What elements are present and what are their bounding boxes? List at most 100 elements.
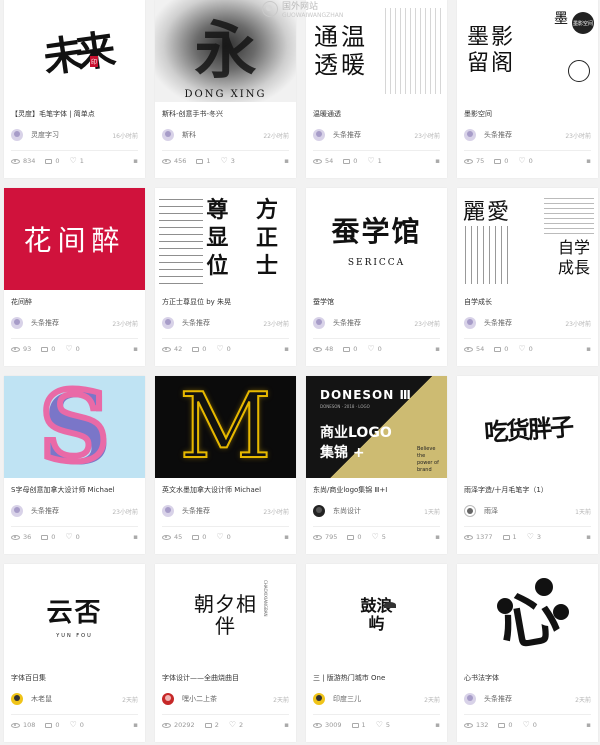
likes-stat[interactable]: ♡ 2 — [229, 721, 243, 730]
author-name[interactable]: 斯科 — [182, 130, 196, 140]
author-name[interactable]: 头条推荐 — [333, 130, 361, 140]
likes-stat[interactable]: ♡ 0 — [518, 157, 532, 166]
bookmark-icon[interactable]: ▪ — [435, 157, 440, 165]
comments-stat[interactable]: 0 — [343, 345, 357, 353]
work-title[interactable]: 三 | 版游热门城市 One — [313, 673, 440, 683]
likes-stat[interactable]: ♡ 1 — [367, 157, 381, 166]
work-title[interactable]: 心书法字体 — [464, 673, 591, 683]
likes-stat[interactable]: ♡ 3 — [221, 157, 235, 166]
bookmark-icon[interactable]: ▪ — [435, 533, 440, 541]
likes-stat[interactable]: ♡ 5 — [372, 533, 386, 542]
work-thumbnail[interactable]: 云否 YUN FOU — [4, 564, 145, 666]
work-thumbnail[interactable]: 墨影 留阁 墨 墨影空间 — [457, 0, 598, 102]
comments-stat[interactable]: 0 — [494, 345, 508, 353]
avatar[interactable] — [464, 505, 476, 517]
likes-stat[interactable]: ♡ 0 — [367, 345, 381, 354]
work-thumbnail[interactable]: 心 — [457, 564, 598, 666]
work-card[interactable]: 蚕学馆 SERICCA 蚕学馆 头条推荐 23小时前 48 0 ♡ 0 ▪ — [306, 188, 447, 366]
author-name[interactable]: 头条推荐 — [31, 506, 59, 516]
author-name[interactable]: 头条推荐 — [484, 318, 512, 328]
bookmark-icon[interactable]: ▪ — [133, 721, 138, 729]
likes-stat[interactable]: ♡ 0 — [65, 533, 79, 542]
avatar[interactable] — [464, 693, 476, 705]
work-thumbnail[interactable]: 花间醉 — [4, 188, 145, 290]
author-name[interactable]: 东尚设计 — [333, 506, 361, 516]
avatar[interactable] — [464, 129, 476, 141]
avatar[interactable] — [313, 317, 325, 329]
avatar[interactable] — [162, 317, 174, 329]
work-title[interactable]: 自学成长 — [464, 297, 591, 307]
work-title[interactable]: 温暖通透 — [313, 109, 440, 119]
work-thumbnail[interactable]: 未来 印 — [4, 0, 145, 102]
work-thumbnail[interactable]: M — [155, 376, 296, 478]
work-title[interactable]: S字母创意加拿大设计师 Michael — [11, 485, 138, 495]
work-title[interactable]: 【灵度】毛笔字体 | 简单点 — [11, 109, 138, 119]
work-card[interactable]: DONESON Ⅲ DONESON · 2018 · LOGO 商业LOGO 集… — [306, 376, 447, 554]
avatar[interactable] — [11, 129, 23, 141]
comments-stat[interactable]: 0 — [192, 533, 206, 541]
work-card[interactable]: 永 DONG XING 斯科-创意手书-冬兴 斯科 22小时前 456 1 ♡ 3… — [155, 0, 296, 178]
likes-stat[interactable]: ♡ 0 — [70, 721, 84, 730]
work-card[interactable]: 麗愛 自学 成長 自学成长 头条推荐 23小时前 54 0 ♡ 0 ▪ — [457, 188, 598, 366]
author-name[interactable]: 头条推荐 — [484, 130, 512, 140]
work-thumbnail[interactable]: 吃货胖子 — [457, 376, 598, 478]
comments-stat[interactable]: 0 — [347, 533, 362, 541]
likes-stat[interactable]: ♡ 0 — [216, 345, 230, 354]
work-card[interactable]: 未来 印 【灵度】毛笔字体 | 简单点 灵度字习 16小时前 834 0 ♡ 1 … — [4, 0, 145, 178]
work-card[interactable]: 尊 方 显 正 位 士 方正士尊显位 by 朱晃 头条推荐 23小时前 42 0… — [155, 188, 296, 366]
work-card[interactable]: 花间醉 花间醉 头条推荐 23小时前 93 0 ♡ 0 ▪ — [4, 188, 145, 366]
comments-stat[interactable]: 2 — [204, 721, 219, 729]
author-name[interactable]: 雨泽 — [484, 506, 498, 516]
work-thumbnail[interactable]: S — [4, 376, 145, 478]
avatar[interactable] — [313, 129, 325, 141]
likes-stat[interactable]: ♡ 5 — [376, 721, 390, 730]
work-title[interactable]: 斯科-创意手书-冬兴 — [162, 109, 289, 119]
comments-stat[interactable]: 0 — [494, 157, 508, 165]
likes-stat[interactable]: ♡ 0 — [65, 345, 79, 354]
work-card[interactable]: 心 心书法字体 头条推荐 2天前 132 0 ♡ 0 ▪ — [457, 564, 598, 742]
avatar[interactable] — [313, 693, 325, 705]
bookmark-icon[interactable]: ▪ — [133, 345, 138, 353]
avatar[interactable] — [162, 129, 174, 141]
bookmark-icon[interactable]: ▪ — [284, 721, 289, 729]
bookmark-icon[interactable]: ▪ — [586, 721, 591, 729]
comments-stat[interactable]: 0 — [41, 345, 55, 353]
avatar[interactable] — [162, 693, 174, 705]
comments-stat[interactable]: 1 — [502, 533, 517, 541]
avatar[interactable] — [313, 505, 325, 517]
work-thumbnail[interactable]: 蚕学馆 SERICCA — [306, 188, 447, 290]
comments-stat[interactable]: 0 — [498, 721, 513, 729]
work-card[interactable]: 云否 YUN FOU 字体百日集 木老鼠 2天前 108 0 ♡ 0 ▪ — [4, 564, 145, 742]
work-thumbnail[interactable]: 麗愛 自学 成長 — [457, 188, 598, 290]
work-card[interactable]: 吃货胖子 雨泽字造/十月毛笔字（1） 雨泽 1天前 1377 1 ♡ 3 ▪ — [457, 376, 598, 554]
avatar[interactable] — [11, 317, 23, 329]
comments-stat[interactable]: 0 — [343, 157, 357, 165]
bookmark-icon[interactable]: ▪ — [133, 157, 138, 165]
likes-stat[interactable]: ♡ 3 — [527, 533, 541, 542]
bookmark-icon[interactable]: ▪ — [586, 345, 591, 353]
bookmark-icon[interactable]: ▪ — [284, 157, 289, 165]
work-thumbnail[interactable]: DONESON Ⅲ DONESON · 2018 · LOGO 商业LOGO 集… — [306, 376, 447, 478]
author-name[interactable]: 灵度字习 — [31, 130, 59, 140]
work-title[interactable]: 墨影空间 — [464, 109, 591, 119]
likes-stat[interactable]: ♡ 0 — [216, 533, 230, 542]
work-title[interactable]: 英文水墨加拿大设计师 Michael — [162, 485, 289, 495]
work-card[interactable]: 通温 透暖 温暖通透 头条推荐 23小时前 54 0 ♡ 1 ▪ — [306, 0, 447, 178]
work-title[interactable]: 东尚/商业logo集锦 Ⅲ+Ⅰ — [313, 485, 440, 495]
author-name[interactable]: 头条推荐 — [182, 506, 210, 516]
bookmark-icon[interactable]: ▪ — [284, 533, 289, 541]
work-title[interactable]: 字体设计——全曲烧曲目 — [162, 673, 289, 683]
author-name[interactable]: 头条推荐 — [31, 318, 59, 328]
comments-stat[interactable]: 0 — [45, 721, 60, 729]
likes-stat[interactable]: ♡ 0 — [518, 345, 532, 354]
work-title[interactable]: 花间醉 — [11, 297, 138, 307]
work-thumbnail[interactable]: 鼓浪屿 — [306, 564, 447, 666]
work-card[interactable]: 朝夕相伴 CHAOXIXIANGBAN 字体设计——全曲烧曲目 嘿小二上茶 2天… — [155, 564, 296, 742]
bookmark-icon[interactable]: ▪ — [586, 533, 591, 541]
author-name[interactable]: 木老鼠 — [31, 694, 52, 704]
author-name[interactable]: 印度三儿 — [333, 694, 361, 704]
work-thumbnail[interactable]: 尊 方 显 正 位 士 — [155, 188, 296, 290]
comments-stat[interactable]: 0 — [45, 157, 60, 165]
avatar[interactable] — [464, 317, 476, 329]
bookmark-icon[interactable]: ▪ — [435, 721, 440, 729]
